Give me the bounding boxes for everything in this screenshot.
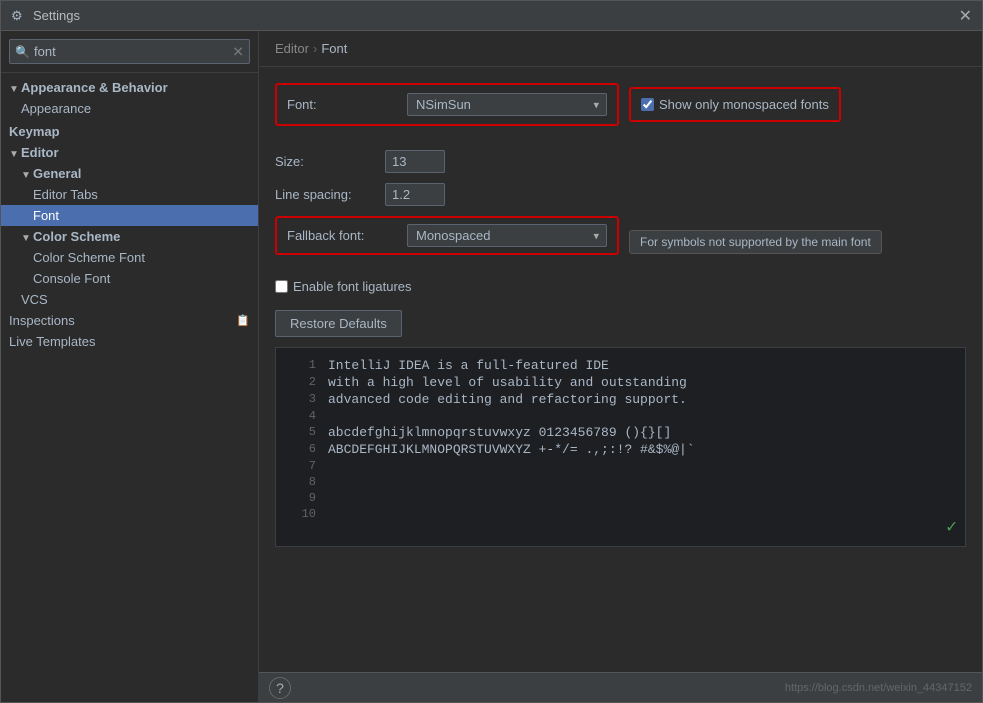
breadcrumb: Editor › Font bbox=[259, 31, 982, 67]
expand-arrow: ▼ bbox=[9, 84, 19, 95]
sidebar-item-live-templates[interactable]: Live Templates bbox=[1, 331, 258, 352]
line-num-3: 3 bbox=[292, 392, 316, 407]
sidebar-item-editor-tabs[interactable]: Editor Tabs bbox=[1, 184, 258, 205]
fallback-row: Fallback font: Monospaced For symbols no… bbox=[275, 216, 966, 267]
ligatures-checkbox[interactable] bbox=[275, 280, 288, 293]
panel-body: Font: NSimSun Show only monospaced fonts bbox=[259, 67, 982, 672]
preview-line-6: 6 ABCDEFGHIJKLMNOPQRSTUVWXYZ +-*/= .,;:!… bbox=[292, 442, 949, 457]
line-spacing-row: Line spacing: bbox=[275, 183, 966, 206]
search-container: 🔍 ✕ bbox=[1, 31, 258, 73]
breadcrumb-current: Font bbox=[321, 41, 347, 56]
preview-line-5: 5 abcdefghijklmnopqrstuvwxyz 0123456789 … bbox=[292, 425, 949, 440]
search-input[interactable] bbox=[9, 39, 250, 64]
line-num-4: 4 bbox=[292, 409, 316, 423]
window-title: Settings bbox=[33, 8, 959, 23]
inspections-label: Inspections bbox=[9, 313, 75, 328]
line-code-5: abcdefghijklmnopqrstuvwxyz 0123456789 ()… bbox=[328, 425, 671, 440]
line-num-2: 2 bbox=[292, 375, 316, 390]
sidebar-item-console-font[interactable]: Console Font bbox=[1, 268, 258, 289]
expand-arrow-general: ▼ bbox=[21, 170, 31, 181]
help-button[interactable]: ? bbox=[269, 677, 291, 699]
ligatures-row: Enable font ligatures bbox=[275, 279, 966, 294]
sidebar-item-color-scheme-font[interactable]: Color Scheme Font bbox=[1, 247, 258, 268]
line-num-6: 6 bbox=[292, 442, 316, 457]
preview-line-4: 4 bbox=[292, 409, 949, 423]
line-num-10: 10 bbox=[292, 507, 316, 521]
preview-line-9: 9 bbox=[292, 491, 949, 505]
bottom-bar: ? https://blog.csdn.net/weixin_44347152 bbox=[259, 672, 982, 702]
size-label: Size: bbox=[275, 154, 385, 169]
search-icon: 🔍 bbox=[15, 45, 30, 59]
sidebar-item-general[interactable]: ▼General bbox=[1, 163, 258, 184]
line-num-9: 9 bbox=[292, 491, 316, 505]
checkmark-icon: ✓ bbox=[946, 516, 957, 538]
breadcrumb-separator: › bbox=[313, 41, 317, 56]
line-num-8: 8 bbox=[292, 475, 316, 489]
inspections-icon: 📋 bbox=[236, 314, 250, 327]
line-code-3: advanced code editing and refactoring su… bbox=[328, 392, 687, 407]
preview-area: 1 IntelliJ IDEA is a full-featured IDE 2… bbox=[275, 347, 966, 547]
main-content: 🔍 ✕ ▼Appearance & Behavior Appearance Ke… bbox=[1, 31, 982, 702]
preview-line-7: 7 bbox=[292, 459, 949, 473]
sidebar-item-color-scheme[interactable]: ▼Color Scheme bbox=[1, 226, 258, 247]
app-icon: ⚙ bbox=[11, 8, 27, 24]
sidebar-item-appearance[interactable]: Appearance bbox=[1, 98, 258, 119]
line-num-5: 5 bbox=[292, 425, 316, 440]
sidebar-item-appearance-behavior[interactable]: ▼Appearance & Behavior bbox=[1, 77, 258, 98]
font-row: Font: NSimSun Show only monospaced fonts bbox=[275, 83, 966, 138]
title-bar: ⚙ Settings ✕ bbox=[1, 1, 982, 31]
preview-line-8: 8 bbox=[292, 475, 949, 489]
ligatures-label-text: Enable font ligatures bbox=[293, 279, 412, 294]
preview-line-1: 1 IntelliJ IDEA is a full-featured IDE bbox=[292, 358, 949, 373]
preview-line-10: 10 bbox=[292, 507, 949, 521]
watermark-text: https://blog.csdn.net/weixin_44347152 bbox=[785, 682, 972, 694]
settings-window: ⚙ Settings ✕ 🔍 ✕ ▼Appearance & Behavior … bbox=[0, 0, 983, 703]
fallback-label: Fallback font: bbox=[287, 228, 397, 243]
monospaced-label: Show only monospaced fonts bbox=[659, 97, 829, 112]
monospaced-checkbox[interactable] bbox=[641, 98, 654, 111]
font-label: Font: bbox=[287, 97, 397, 112]
right-panel: Editor › Font Font: NSimSun bbox=[259, 31, 982, 702]
expand-arrow-editor: ▼ bbox=[9, 149, 19, 160]
fallback-border-section: Fallback font: Monospaced bbox=[275, 216, 619, 255]
expand-arrow-color-scheme: ▼ bbox=[21, 233, 31, 244]
fallback-select[interactable]: Monospaced bbox=[407, 224, 607, 247]
font-select-wrapper: NSimSun bbox=[407, 93, 607, 116]
search-clear-icon[interactable]: ✕ bbox=[232, 43, 244, 60]
size-input[interactable] bbox=[385, 150, 445, 173]
sidebar-tree: ▼Appearance & Behavior Appearance Keymap… bbox=[1, 73, 258, 702]
line-code-2: with a high level of usability and outst… bbox=[328, 375, 687, 390]
monospaced-border: Show only monospaced fonts bbox=[629, 87, 841, 122]
line-spacing-label: Line spacing: bbox=[275, 187, 385, 202]
line-spacing-input[interactable] bbox=[385, 183, 445, 206]
sidebar-item-font[interactable]: Font bbox=[1, 205, 258, 226]
monospaced-checkbox-label[interactable]: Show only monospaced fonts bbox=[641, 97, 829, 112]
sidebar-item-vcs[interactable]: VCS bbox=[1, 289, 258, 310]
breadcrumb-parent: Editor bbox=[275, 41, 309, 56]
preview-line-3: 3 advanced code editing and refactoring … bbox=[292, 392, 949, 407]
sidebar-item-editor[interactable]: ▼Editor bbox=[1, 142, 258, 163]
line-num-7: 7 bbox=[292, 459, 316, 473]
font-select[interactable]: NSimSun bbox=[407, 93, 607, 116]
fallback-select-wrapper: Monospaced bbox=[407, 224, 607, 247]
sidebar-item-keymap[interactable]: Keymap bbox=[1, 121, 258, 142]
line-num-1: 1 bbox=[292, 358, 316, 373]
size-row: Size: bbox=[275, 150, 966, 173]
ligatures-checkbox-label[interactable]: Enable font ligatures bbox=[275, 279, 966, 294]
line-code-6: ABCDEFGHIJKLMNOPQRSTUVWXYZ +-*/= .,;:!? … bbox=[328, 442, 695, 457]
font-select-section: Font: NSimSun bbox=[275, 83, 619, 126]
fallback-tooltip: For symbols not supported by the main fo… bbox=[629, 230, 882, 254]
line-code-1: IntelliJ IDEA is a full-featured IDE bbox=[328, 358, 609, 373]
preview-line-2: 2 with a high level of usability and out… bbox=[292, 375, 949, 390]
sidebar-item-inspections[interactable]: Inspections 📋 bbox=[1, 310, 258, 331]
restore-defaults-button[interactable]: Restore Defaults bbox=[275, 310, 402, 337]
monospaced-section: Show only monospaced fonts bbox=[629, 87, 841, 134]
close-button[interactable]: ✕ bbox=[959, 6, 972, 26]
sidebar: 🔍 ✕ ▼Appearance & Behavior Appearance Ke… bbox=[1, 31, 259, 702]
